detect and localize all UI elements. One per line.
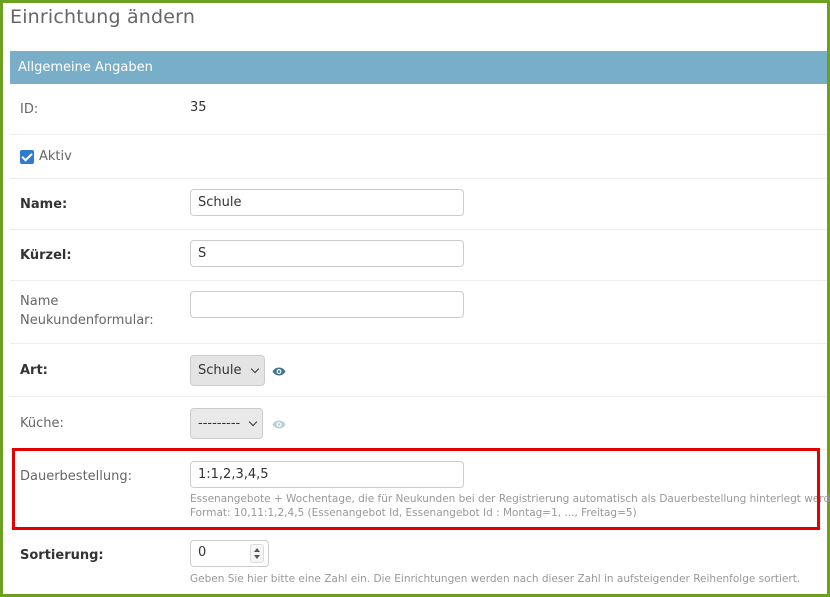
chevron-down-icon [250, 364, 259, 373]
aktiv-label[interactable]: Aktiv [39, 147, 72, 166]
sortierung-input[interactable]: 0 [190, 540, 269, 567]
art-select-value: Schule [198, 363, 242, 378]
row-kueche: Küche: --------- [10, 397, 827, 450]
kueche-select-value: --------- [198, 416, 241, 431]
spin-up-icon[interactable] [254, 548, 260, 552]
general-info-fieldset: Allgemeine Angaben ID: 35 Aktiv Name: Kü… [10, 51, 830, 595]
spin-down-icon[interactable] [254, 555, 260, 559]
dauerbestellung-input[interactable] [190, 461, 464, 488]
row-art: Art: Schule [10, 344, 827, 397]
number-spinner[interactable] [250, 544, 264, 563]
row-kuerzel: Kürzel: [10, 230, 827, 281]
dauerbestellung-help-line1: Essenangebote + Wochentage, die für Neuk… [190, 493, 830, 505]
fieldset-header: Allgemeine Angaben [10, 51, 827, 84]
chevron-down-icon [248, 417, 258, 426]
name-neukunden-input[interactable] [190, 291, 464, 318]
row-name-neukundenformular: Name Neukundenformular: [10, 281, 827, 344]
kuerzel-label: Kürzel: [20, 248, 72, 263]
dauerbestellung-help-line2: Format: 10,11:1,2,4,5 (Essenangebot Id, … [190, 507, 637, 519]
row-aktiv: Aktiv [10, 135, 827, 179]
name-input[interactable] [190, 189, 464, 216]
kueche-label: Küche: [20, 416, 64, 431]
row-id: ID: 35 [10, 84, 827, 135]
name-neukunden-label-line1: Name [20, 294, 59, 309]
kuerzel-input[interactable] [190, 240, 464, 267]
id-value: 35 [190, 100, 207, 115]
kueche-select[interactable]: --------- [190, 408, 264, 439]
row-dauerbestellung: Dauerbestellung: Essenangebote + Wochent… [10, 450, 830, 530]
row-sortierung: Sortierung: 0 Geben Sie hier bitte eine … [10, 530, 827, 595]
sortierung-value: 0 [198, 545, 207, 560]
sortierung-label: Sortierung: [20, 548, 104, 563]
art-label: Art: [20, 363, 48, 378]
sortierung-help: Geben Sie hier bitte eine Zahl ein. Die … [190, 573, 801, 585]
dauerbestellung-label: Dauerbestellung: [20, 469, 133, 484]
eye-icon[interactable] [272, 367, 286, 376]
row-name: Name: [10, 179, 827, 230]
name-label: Name: [20, 197, 68, 212]
page-title: Einrichtung ändern [10, 6, 196, 28]
art-select[interactable]: Schule [190, 355, 265, 386]
eye-icon [272, 420, 286, 429]
id-label: ID: [20, 102, 39, 117]
name-neukunden-label-line2: Neukundenformular: [20, 313, 154, 328]
aktiv-checkbox[interactable] [20, 150, 34, 164]
